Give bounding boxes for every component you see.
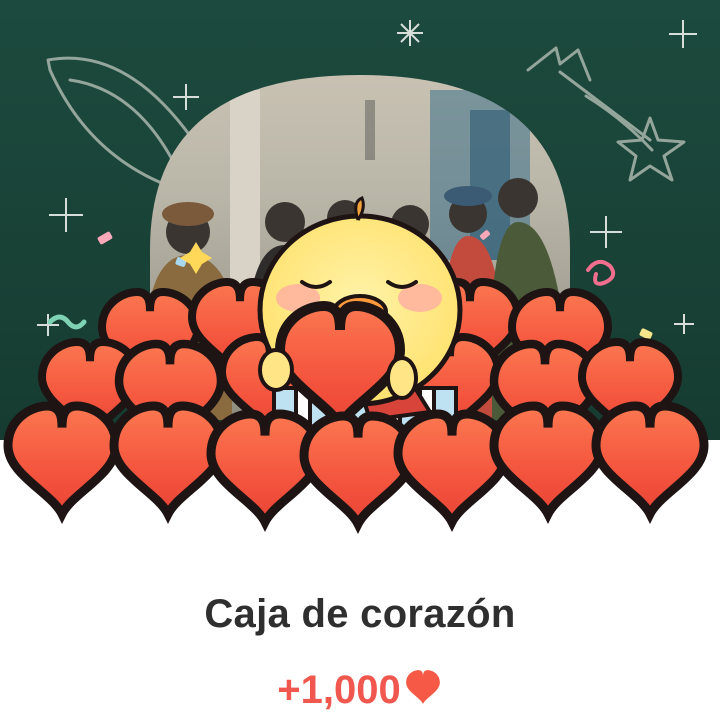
heart-icon <box>405 670 440 704</box>
reward-dialog: Caja de corazón +1,000 <box>0 0 720 720</box>
reward-amount: +1,000 <box>277 668 401 712</box>
reward-title: Caja de corazón <box>204 592 516 636</box>
reward-amount-row: +1,000 <box>0 664 720 716</box>
